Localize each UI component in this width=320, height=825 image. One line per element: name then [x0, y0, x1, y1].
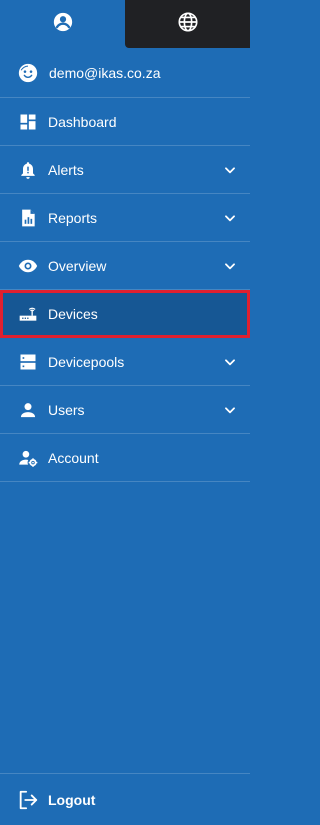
sidebar-item-account[interactable]: Account [0, 434, 250, 482]
sidebar-item-label: Devices [48, 305, 98, 322]
person-icon [17, 399, 39, 421]
bell-alert-icon [17, 159, 39, 181]
smiley-avatar-icon [17, 62, 39, 84]
tab-account[interactable] [0, 0, 125, 48]
sidebar-item-overview[interactable]: Overview [0, 242, 250, 290]
sidebar-item-label: Reports [48, 209, 98, 226]
chevron-down-icon[interactable] [222, 210, 238, 226]
globe-icon [177, 11, 199, 38]
sidebar-item-label: Account [48, 449, 99, 466]
chevron-down-icon[interactable] [222, 354, 238, 370]
sidebar-item-label: Users [48, 401, 85, 418]
sidebar-item-users[interactable]: Users [0, 386, 250, 434]
router-icon [17, 303, 39, 325]
sidebar-item-alerts[interactable]: Alerts [0, 146, 250, 194]
user-profile-row: demo@ikas.co.za [0, 49, 250, 98]
eye-icon [17, 255, 39, 277]
report-document-icon [17, 207, 39, 229]
user-settings-icon [17, 447, 39, 469]
top-tabs [0, 0, 250, 48]
sidebar-item-label: Devicepools [48, 353, 125, 370]
sidebar-item-devices[interactable]: Devices [0, 290, 250, 338]
sidebar-item-dashboard[interactable]: Dashboard [0, 98, 250, 146]
user-email: demo@ikas.co.za [49, 65, 161, 81]
logout-icon [17, 789, 39, 811]
logout-label: Logout [48, 791, 96, 808]
chevron-down-icon[interactable] [222, 258, 238, 274]
chevron-down-icon[interactable] [222, 162, 238, 178]
sidebar-item-reports[interactable]: Reports [0, 194, 250, 242]
chevron-down-icon[interactable] [222, 402, 238, 418]
sidebar-item-label: Dashboard [48, 113, 117, 130]
server-icon [17, 351, 39, 373]
sidebar-item-devicepools[interactable]: Devicepools [0, 338, 250, 386]
sidebar-nav: Dashboard Alerts Reports Overview Device… [0, 98, 250, 482]
account-circle-icon [52, 11, 74, 38]
sidebar-item-label: Overview [48, 257, 107, 274]
dashboard-icon [17, 111, 39, 133]
sidebar-item-label: Alerts [48, 161, 84, 178]
tab-global[interactable] [125, 0, 250, 48]
logout-button[interactable]: Logout [0, 773, 250, 825]
